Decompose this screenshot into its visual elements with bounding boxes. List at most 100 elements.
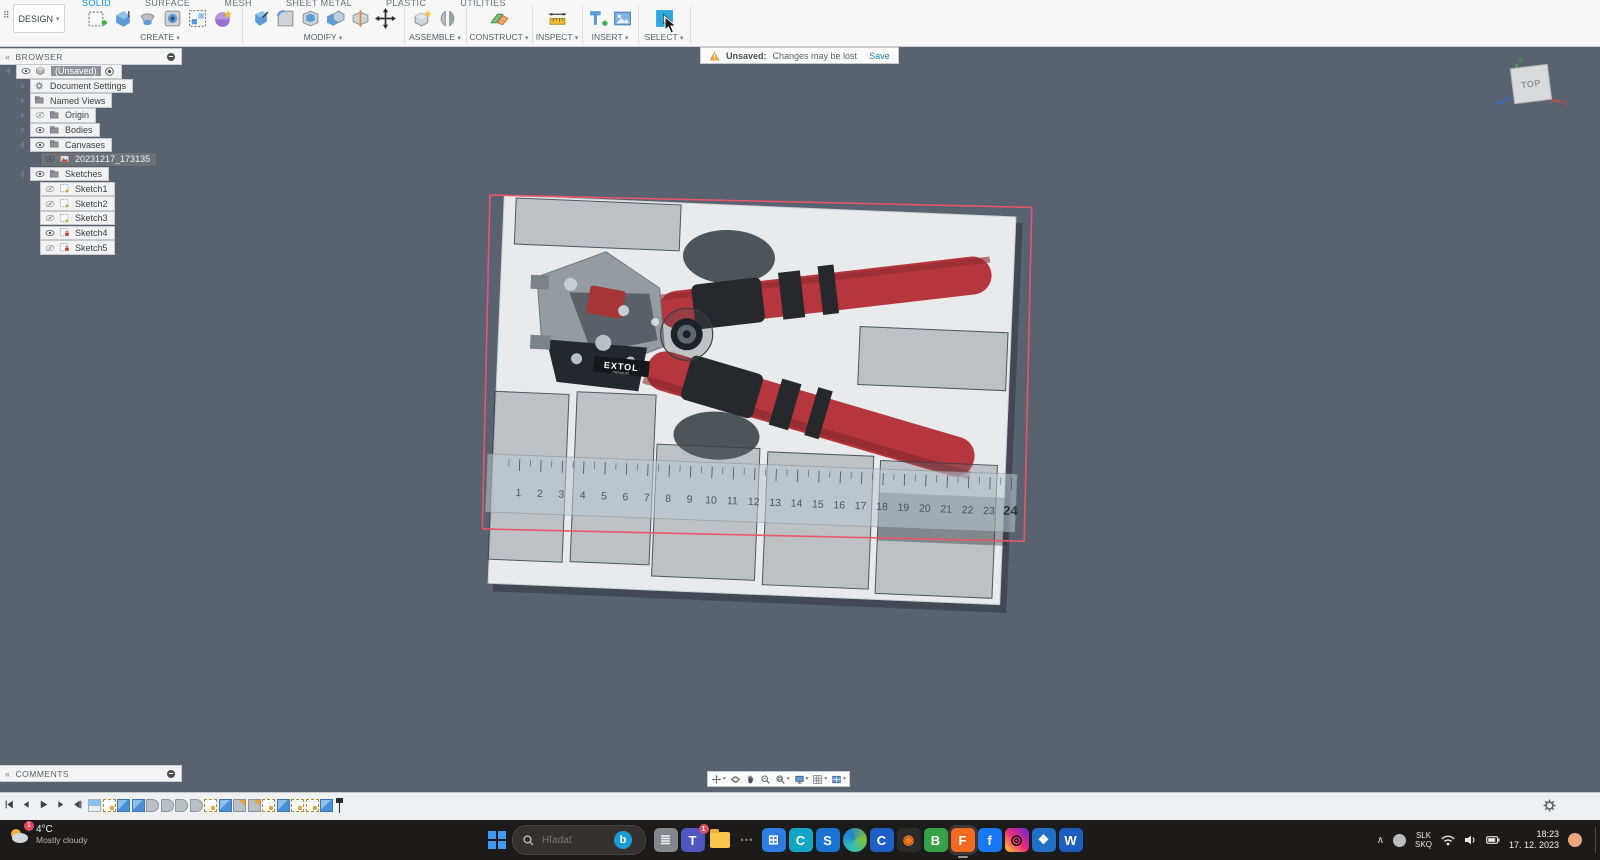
visibility-on-icon[interactable] (20, 66, 32, 76)
group-label-create[interactable]: CREATE ▾ (78, 32, 242, 42)
timeline-feature-sketch-9[interactable] (204, 799, 217, 812)
weather-widget[interactable]: 1 4°C Mostly cloudy (8, 820, 88, 845)
zoom-icon[interactable] (760, 774, 771, 785)
timeline-next-button[interactable] (55, 799, 66, 810)
browser-row--unsaved-[interactable]: (Unsaved) (0, 64, 157, 79)
split-icon[interactable] (350, 8, 371, 29)
pattern-icon[interactable] (187, 8, 208, 29)
fit-icon[interactable]: ▾ (775, 774, 790, 785)
timeline-feature-fillet-8[interactable] (189, 799, 203, 812)
timeline-feature-extrude-14[interactable] (276, 799, 290, 812)
browser-row-20231217-173135[interactable]: 20231217_173135 (0, 152, 158, 167)
visibility-on-icon[interactable] (34, 125, 46, 135)
notification-icon[interactable] (1568, 833, 1582, 847)
timeline-last-button[interactable] (72, 799, 83, 810)
new-component-icon[interactable] (412, 8, 433, 29)
form-icon[interactable] (212, 8, 233, 29)
timeline-feature-sketch-16[interactable] (305, 799, 319, 812)
visibility-on-icon[interactable] (34, 140, 46, 150)
revolve-icon[interactable] (137, 8, 158, 29)
taskbar-app-library[interactable]: ≣ (653, 828, 678, 852)
fillet-icon[interactable] (275, 8, 296, 29)
visibility-off-icon[interactable] (44, 213, 56, 223)
combine-icon[interactable] (325, 8, 346, 29)
tree-item-label[interactable]: Document Settings (50, 81, 126, 91)
tree-item-label[interactable]: (Unsaved) (51, 66, 101, 77)
tree-item-label[interactable]: Sketch5 (75, 243, 108, 253)
browser-row-sketch4[interactable]: Sketch4 (0, 225, 157, 241)
joint-icon[interactable] (437, 8, 458, 29)
display-icon[interactable]: ▾ (794, 774, 808, 785)
group-label-modify[interactable]: MODIFY ▾ (242, 32, 404, 42)
timeline-feature-sketch-2[interactable] (102, 799, 116, 812)
expand-arrow-icon[interactable] (20, 126, 28, 134)
taskbar-app-photos[interactable]: ❖ (1031, 828, 1056, 852)
timeline-feature-fillet-5[interactable] (146, 799, 159, 812)
canvas-photo-group[interactable]: EXTOL PREMIUM (487, 195, 1023, 613)
expand-arrow-icon[interactable] (20, 111, 28, 119)
tree-item-label[interactable]: Origin (65, 110, 89, 120)
group-label-insert[interactable]: INSERT ▾ (582, 32, 638, 42)
group-label-inspect[interactable]: INSPECT ▾ (532, 32, 582, 42)
taskbar-app-overflow-dots[interactable]: ⋯ (735, 828, 759, 852)
taskbar-app-teams[interactable]: T1 (680, 824, 709, 852)
tree-item-label[interactable]: Sketches (65, 169, 102, 179)
taskbar-app-app-s-blue[interactable]: S (815, 828, 840, 852)
browser-row-named-views[interactable]: Named Views (0, 93, 157, 108)
visibility-off-icon[interactable] (34, 110, 46, 120)
expand-arrow-icon[interactable] (20, 82, 28, 90)
extrude-icon[interactable] (112, 8, 133, 29)
browser-row-sketch3[interactable]: Sketch3 (0, 210, 157, 226)
collapse-arrow-icon[interactable] (5, 67, 15, 76)
wifi-icon[interactable] (1441, 834, 1455, 846)
viewcube[interactable]: TOP (1498, 58, 1560, 116)
hand-icon[interactable] (745, 774, 756, 785)
taskbar-app-edge[interactable] (842, 828, 867, 852)
tree-item-label[interactable]: Named Views (50, 96, 105, 106)
group-label-assemble[interactable]: ASSEMBLE ▾ (404, 32, 466, 42)
taskbar-app-file-explorer[interactable] (708, 828, 732, 852)
timeline-feature-fillet-7[interactable] (175, 799, 188, 812)
model-viewport[interactable]: EXTOL PREMIUM 1 2 3 4 5 6 7 8 9 10 11 12 13 14 15 16 17 1… (0, 0, 1600, 860)
create-sketch-icon[interactable] (87, 8, 108, 29)
volume-icon[interactable] (1464, 834, 1477, 846)
timeline-feature-sketch-15[interactable] (291, 799, 304, 812)
timeline-feature-canvas-1[interactable] (88, 799, 101, 812)
taskbar-app-facebook[interactable]: f (977, 828, 1002, 852)
tree-item-label[interactable]: 20231217_173135 (75, 154, 150, 164)
show-desktop-strip[interactable] (1595, 827, 1596, 853)
grid-icon[interactable]: ▾ (812, 774, 827, 785)
browser-row-sketch1[interactable]: Sketch1 (0, 181, 157, 197)
viewcube-top-face[interactable]: TOP (1509, 63, 1553, 105)
browser-row-document-settings[interactable]: Document Settings (0, 78, 157, 94)
canvas-icon[interactable] (612, 8, 633, 29)
browser-row-sketches[interactable]: Sketches (0, 166, 157, 182)
browser-row-canvases[interactable]: Canvases (0, 137, 157, 153)
bing-icon[interactable]: b (614, 831, 632, 849)
visibility-on-icon[interactable] (44, 154, 56, 164)
pan-icon[interactable]: ▾ (711, 774, 726, 785)
visibility-off-icon[interactable] (44, 243, 56, 253)
taskbar-app-app-c-blue[interactable]: C (869, 828, 894, 852)
hole-icon[interactable] (162, 8, 183, 29)
tree-item-label[interactable]: Sketch2 (75, 199, 108, 209)
tree-item-label[interactable]: Sketch3 (75, 213, 108, 223)
taskbar-app-store[interactable]: ⊞ (761, 828, 786, 852)
timeline-play-button[interactable] (38, 799, 49, 810)
tree-item-label[interactable]: Canvases (65, 140, 105, 150)
tree-item-label[interactable]: Sketch1 (75, 184, 108, 194)
save-link[interactable]: Save (869, 51, 890, 61)
browser-row-sketch2[interactable]: Sketch2 (0, 196, 157, 211)
tree-item-label[interactable]: Sketch4 (75, 228, 108, 238)
orbit-icon[interactable] (730, 774, 741, 785)
panel-collapse-icon[interactable]: « (5, 52, 11, 62)
timeline-feature-fillet-6[interactable] (160, 799, 174, 812)
visibility-off-icon[interactable] (44, 199, 56, 209)
taskbar-app-slicer[interactable]: ◉ (896, 828, 921, 852)
visibility-on-icon[interactable] (34, 169, 46, 179)
browser-row-sketch5[interactable]: Sketch5 (0, 240, 157, 255)
language-indicator[interactable]: SLK SKQ (1415, 831, 1432, 849)
measure-icon[interactable] (547, 8, 568, 29)
timeline-feature-chamfer-11[interactable] (233, 799, 246, 812)
taskbar-app-app-green[interactable]: B (923, 828, 948, 852)
